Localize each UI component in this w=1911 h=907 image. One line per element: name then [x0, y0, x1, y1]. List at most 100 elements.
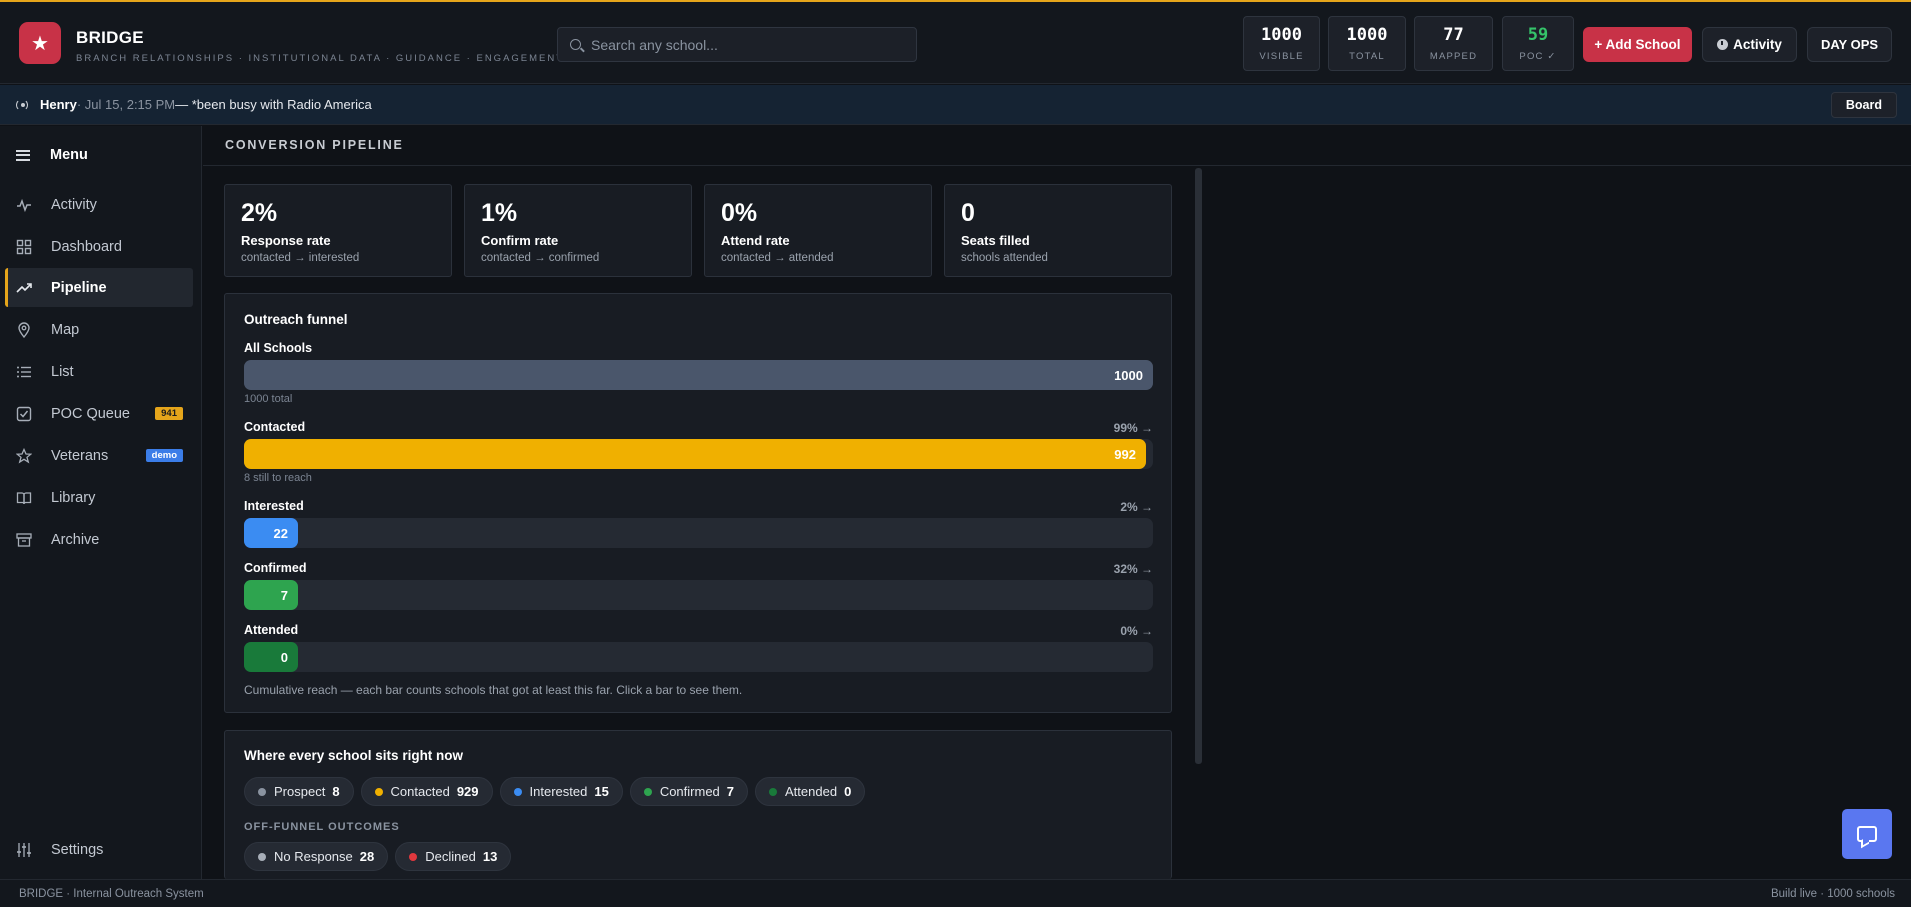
sidebar-item-poc-queue[interactable]: POC Queue 941: [5, 394, 193, 433]
funnel-bar-confirmed[interactable]: 7: [244, 580, 1153, 610]
brand-logo[interactable]: ★: [19, 22, 61, 64]
sidebar-item-label: Library: [51, 489, 96, 506]
bar-fill: 1000: [244, 360, 1153, 390]
sidebar-item-veterans[interactable]: Veterans demo: [5, 436, 193, 475]
sidebar-item-label: Map: [51, 321, 80, 338]
day-ops-button[interactable]: DAY OPS: [1807, 27, 1892, 62]
sidebar-item-label: Veterans: [51, 447, 109, 464]
kpi-value: 0%: [721, 199, 758, 227]
footer-right-text: Build live · 1000 schools: [1770, 888, 1895, 900]
sidebar-item-label: List: [51, 363, 74, 380]
activity-icon: [16, 197, 32, 213]
stage-note: 1000 total: [244, 393, 293, 405]
chip-attended[interactable]: Attended 0: [755, 777, 866, 806]
bar-value: 992: [1114, 446, 1136, 462]
bar-fill: 22: [244, 518, 298, 548]
sidebar-item-pipeline[interactable]: Pipeline: [5, 268, 193, 307]
sidebar-item-settings[interactable]: Settings: [5, 830, 193, 869]
chip-declined[interactable]: Declined 13: [395, 842, 512, 871]
sidebar-item-archive[interactable]: Archive: [5, 520, 193, 559]
book-icon: [16, 490, 32, 506]
sidebar: Menu Activity Dashboard Pipeline Map Lis…: [0, 126, 202, 879]
activity-button[interactable]: Activity: [1702, 27, 1797, 62]
sidebar-item-label: Dashboard: [51, 238, 122, 255]
chip-label: Interested: [529, 784, 588, 799]
chip-label: Contacted: [390, 784, 450, 799]
chip-no-response[interactable]: No Response 28: [244, 842, 389, 871]
poc-queue-count-badge: 941: [155, 407, 183, 420]
chip-label: Prospect: [274, 784, 326, 799]
ticker-time: · Jul 15, 2:15 PM: [76, 97, 176, 112]
funnel-footnote: Cumulative reach — each bar counts schoo…: [244, 683, 743, 697]
kpi-value: 0: [961, 199, 975, 227]
clock-icon: [1717, 39, 1729, 50]
menu-toggle[interactable]: Menu: [16, 147, 88, 163]
sidebar-item-list[interactable]: List: [5, 352, 193, 391]
stage-note: 8 still to reach: [244, 472, 312, 484]
chip-contacted[interactable]: Contacted 929: [360, 777, 493, 806]
chip-confirmed[interactable]: Confirmed 7: [629, 777, 749, 806]
funnel-title: Outreach funnel: [244, 312, 348, 327]
chat-icon: [1857, 826, 1877, 842]
stat-value: 1000: [1261, 25, 1302, 45]
status-chips: Prospect 8 Contacted 929 Interested 15 Conf…: [244, 777, 872, 806]
chip-count: 15: [594, 784, 609, 799]
kpi-value: 2%: [241, 199, 278, 227]
search-box[interactable]: [557, 27, 917, 62]
chip-count: 13: [482, 849, 498, 864]
funnel-bar-interested[interactable]: 22: [244, 518, 1153, 548]
kpi-sub: contacted → confirmed: [481, 252, 600, 264]
kpi-label: Seats filled: [961, 233, 1030, 248]
sidebar-item-activity[interactable]: Activity: [5, 185, 193, 224]
kpi-response-rate: 2% Response rate contacted → interested: [224, 184, 452, 277]
stat-label: VISIBLE: [1259, 51, 1304, 62]
sidebar-item-map[interactable]: Map: [5, 310, 193, 349]
page-title: CONVERSION PIPELINE: [225, 138, 404, 152]
hamburger-icon: [16, 149, 30, 161]
off-funnel-chips: No Response 28 Declined 13: [244, 842, 518, 871]
outreach-funnel-panel: Outreach funnel All Schools 1000 1000 to…: [224, 293, 1172, 713]
bar-value: 22: [273, 525, 288, 541]
kpi-label: Attend rate: [721, 233, 790, 248]
app-footer: BRIDGE · Internal Outreach System Build …: [0, 879, 1911, 907]
sidebar-item-label: Archive: [51, 531, 100, 548]
chat-button[interactable]: [1842, 809, 1892, 859]
status-panel: Where every school sits right now Prospe…: [224, 730, 1172, 879]
bar-value: 1000: [1114, 367, 1143, 383]
sidebar-item-library[interactable]: Library: [5, 478, 193, 517]
activity-button-label: Activity: [1733, 37, 1782, 52]
stage-pct: 0% →: [1120, 624, 1153, 638]
stat-visible: 1000 VISIBLE: [1243, 16, 1320, 71]
add-school-button[interactable]: + Add School: [1583, 27, 1692, 62]
chip-count: 8: [332, 784, 340, 799]
status-dot: [643, 787, 652, 796]
stat-mapped: 77 MAPPED: [1414, 16, 1493, 71]
board-button[interactable]: Board: [1830, 92, 1897, 118]
stat-label: MAPPED: [1429, 51, 1478, 62]
stat-label: POC ✓: [1519, 51, 1557, 62]
funnel-bar-all-schools[interactable]: 1000: [244, 360, 1153, 390]
bar-value: 7: [280, 587, 288, 603]
funnel-bar-attended[interactable]: 0: [244, 642, 1153, 672]
star-icon: [16, 447, 32, 464]
status-dot: [258, 787, 266, 796]
sidebar-item-dashboard[interactable]: Dashboard: [5, 227, 193, 266]
menu-label: Menu: [50, 147, 88, 163]
chip-count: 28: [359, 849, 375, 864]
sidebar-item-label: Settings: [51, 841, 104, 858]
chip-count: 929: [456, 784, 479, 799]
chip-label: Confirmed: [659, 784, 720, 799]
stage-label: Interested: [244, 499, 304, 513]
grid-icon: [16, 239, 32, 255]
ticker-message: — *been busy with Radio America: [175, 97, 372, 112]
star-icon: ★: [31, 32, 49, 55]
funnel-bar-contacted[interactable]: 992: [244, 439, 1153, 469]
chip-prospect[interactable]: Prospect 8: [244, 777, 354, 806]
map-pin-icon: [16, 321, 32, 338]
chip-interested[interactable]: Interested 15: [499, 777, 623, 806]
content-scrollbar[interactable]: [1195, 168, 1202, 764]
app-header: ★ BRIDGE BRANCH RELATIONSHIPS · INSTITUT…: [0, 2, 1911, 84]
stage-label: Confirmed: [244, 561, 307, 575]
check-square-icon: [16, 406, 32, 422]
search-input[interactable]: [591, 36, 891, 53]
